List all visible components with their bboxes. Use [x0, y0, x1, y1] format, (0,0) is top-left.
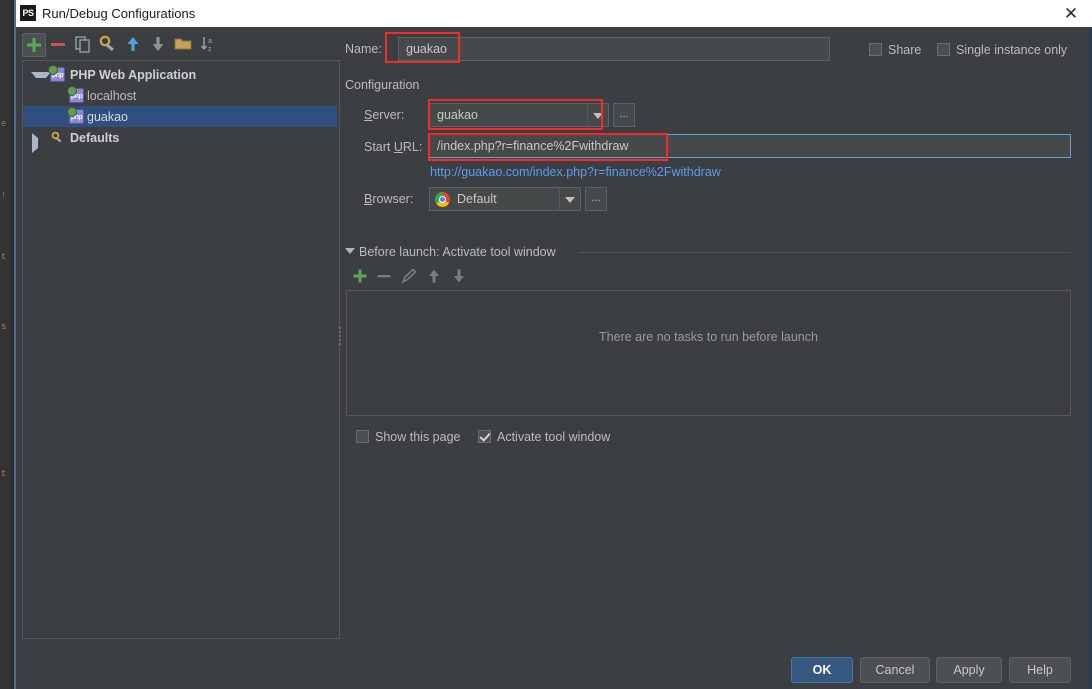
cancel-button[interactable]: Cancel — [860, 657, 930, 683]
tree-item-label: Defaults — [70, 131, 120, 145]
before-launch-title: Before launch: Activate tool window — [359, 245, 556, 259]
tree-item-label: PHP Web Application — [70, 68, 197, 82]
edit-task-button[interactable] — [399, 266, 419, 286]
show-this-page-label[interactable]: Show this page — [375, 429, 460, 445]
section-divider — [579, 252, 1071, 253]
browser-combobox[interactable]: Default — [429, 187, 581, 211]
start-url-input[interactable]: /index.php?r=finance%2Fwithdraw — [429, 134, 1071, 158]
remove-task-button[interactable] — [374, 266, 394, 286]
configurations-tree[interactable]: php PHP Web Application php localhost ph… — [22, 60, 340, 639]
tree-item-guakao[interactable]: php guakao — [23, 106, 337, 127]
arrow-down-icon — [152, 37, 164, 51]
remove-configuration-button[interactable] — [47, 33, 69, 55]
panel-splitter-handle[interactable] — [337, 325, 343, 347]
show-this-page-checkbox[interactable] — [356, 430, 369, 443]
chevron-down-icon[interactable] — [587, 104, 608, 126]
browser-value: Default — [457, 192, 497, 206]
edit-templates-button[interactable] — [97, 33, 119, 55]
plus-icon — [27, 38, 41, 52]
editor-gutter — [0, 0, 11, 689]
copy-icon — [75, 36, 90, 53]
ok-button[interactable]: OK — [791, 657, 853, 683]
activate-tool-window-label[interactable]: Activate tool window — [497, 429, 610, 445]
tree-item-localhost[interactable]: php localhost — [23, 85, 337, 106]
dialog-title: Run/Debug Configurations — [42, 6, 196, 21]
chevron-right-icon[interactable] — [32, 133, 48, 153]
chrome-icon — [435, 192, 450, 207]
tree-item-php-web-application[interactable]: php PHP Web Application — [23, 64, 337, 85]
phpstorm-icon: PS — [20, 5, 36, 21]
before-launch-collapse-icon[interactable] — [345, 248, 355, 254]
browser-label: Browser: — [364, 192, 414, 206]
screen: e ! t s t PS Run/Debug Configurations ✕ — [0, 0, 1092, 689]
run-debug-configurations-dialog: PS Run/Debug Configurations ✕ a z php PH… — [16, 0, 1092, 689]
sort-configurations-button[interactable]: a z — [197, 33, 219, 55]
single-instance-checkbox[interactable] — [937, 43, 950, 56]
share-checkbox[interactable] — [869, 43, 882, 56]
sort-az-icon: a z — [200, 37, 212, 53]
browser-browse-button[interactable]: ... — [585, 187, 607, 211]
editor-glyph: t — [1, 469, 7, 479]
server-browse-button[interactable]: ... — [613, 103, 635, 127]
share-label[interactable]: Share — [888, 42, 921, 58]
folder-icon — [174, 38, 192, 50]
editor-glyph: s — [1, 322, 7, 332]
svg-text:z: z — [208, 46, 212, 53]
svg-text:a: a — [208, 38, 212, 45]
empty-task-message: There are no tasks to run before launch — [599, 330, 818, 344]
dialog-titlebar: PS Run/Debug Configurations ✕ — [16, 0, 1092, 27]
php-icon: php — [67, 107, 84, 124]
move-into-folder-button[interactable] — [172, 33, 194, 55]
php-web-icon: php — [48, 65, 65, 82]
move-up-button[interactable] — [122, 33, 144, 55]
help-button[interactable]: Help — [1009, 657, 1071, 683]
editor-glyph: t — [1, 252, 7, 262]
apply-button[interactable]: Apply — [936, 657, 1002, 683]
editor-glyph: ! — [1, 191, 7, 201]
activate-tool-window-checkbox[interactable] — [478, 430, 491, 443]
before-launch-toolbar — [350, 266, 550, 286]
server-value: guakao — [437, 108, 479, 122]
tree-item-defaults[interactable]: Defaults — [23, 127, 337, 153]
wrench-icon — [99, 35, 114, 52]
minus-icon — [377, 275, 391, 278]
task-move-down-button[interactable] — [449, 266, 469, 286]
editor-glyph: e — [1, 119, 7, 129]
chevron-down-icon[interactable] — [559, 188, 580, 210]
single-instance-label[interactable]: Single instance only — [956, 42, 1067, 58]
before-launch-task-list[interactable]: There are no tasks to run before launch — [346, 290, 1071, 416]
start-url-label: Start URL: — [364, 140, 423, 154]
arrow-up-icon — [429, 269, 439, 283]
server-combobox[interactable]: guakao — [429, 103, 609, 127]
plus-icon — [353, 269, 367, 283]
configurations-toolbar: a z — [22, 33, 342, 57]
pencil-icon — [401, 268, 417, 284]
add-task-button[interactable] — [350, 266, 370, 286]
task-move-up-button[interactable] — [424, 266, 444, 286]
tree-item-label: localhost — [87, 89, 137, 103]
wrench-icon — [50, 130, 65, 145]
resolved-url-link[interactable]: http://guakao.com/index.php?r=finance%2F… — [430, 165, 721, 179]
close-icon[interactable]: ✕ — [1058, 3, 1084, 25]
add-configuration-button[interactable] — [22, 33, 46, 57]
move-down-button[interactable] — [147, 33, 169, 55]
configuration-section-label: Configuration — [345, 78, 420, 92]
name-label: Name: — [345, 42, 382, 56]
minus-icon — [51, 43, 65, 46]
php-icon: php — [67, 86, 84, 103]
copy-configuration-button[interactable] — [72, 33, 94, 55]
name-input[interactable]: guakao — [398, 37, 830, 61]
arrow-down-icon — [454, 269, 464, 283]
arrow-up-icon — [127, 37, 139, 51]
tree-item-label: guakao — [87, 110, 129, 124]
server-label: Server: — [364, 108, 405, 122]
